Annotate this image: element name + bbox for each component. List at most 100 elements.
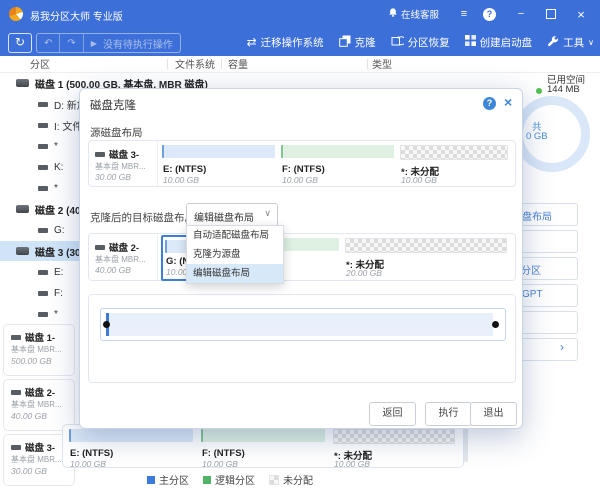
partition-bar-unallocated: [400, 145, 508, 160]
donut-center-value: 0 GB: [526, 131, 548, 142]
disk-icon: [11, 389, 21, 395]
create-bootable-disk-button[interactable]: 创建启动盘: [464, 35, 532, 50]
menu-option-auto-fit[interactable]: 自动适配磁盘布局: [187, 226, 283, 245]
slider-fill: [106, 313, 493, 336]
partition-bar-logical: [281, 145, 394, 158]
execute-pending-button[interactable]: ▶ 没有待执行操作: [84, 36, 180, 51]
disk-clone-dialog: 磁盘克隆 ? × 源磁盘布局 磁盘 3- 基本盘 MBR... 30.00 GB…: [79, 88, 523, 429]
column-header-type: 类型: [372, 60, 392, 71]
clone-button[interactable]: 克隆: [338, 35, 376, 50]
app-logo-icon: [9, 7, 23, 21]
source-partition-e[interactable]: E: (NTFS) 10.00 GB: [162, 145, 279, 185]
column-header-filesystem: 文件系统: [175, 60, 215, 71]
window-title: 易我分区大师 专业版: [30, 12, 123, 23]
disk-icon: [11, 444, 21, 450]
partition-bar-unallocated: [333, 429, 455, 444]
app-window: 易我分区大师 专业版 在线客服 ≡ ? − × ↻ ↶ ↷ ▶ 没有待执行操作 …: [0, 0, 600, 494]
target-layout-label: 克隆后的目标磁盘布局: [90, 212, 195, 224]
partition-icon: [38, 164, 48, 170]
clone-icon: [338, 35, 351, 50]
partition-bar-logical: [201, 429, 325, 442]
column-header-capacity: 容量: [228, 60, 248, 71]
logical-color-swatch: [203, 475, 211, 484]
redo-button[interactable]: ↷: [60, 38, 82, 49]
map-partition-unallocated[interactable]: *: 未分配 10.00 GB: [333, 429, 459, 469]
pending-operations-group: ↶ ↷ ▶ 没有待执行操作: [36, 33, 181, 53]
disk-card-2[interactable]: 磁盘 2- 基本盘 MBR... 40.00 GB: [3, 379, 75, 431]
slider-left-dot[interactable]: [103, 321, 110, 328]
undo-button[interactable]: ↶: [37, 38, 59, 49]
layout-select[interactable]: 编辑磁盘布局 ∨: [186, 203, 278, 227]
disk-icon: [95, 151, 105, 157]
used-space-dot: [536, 88, 542, 94]
source-disk-info: 磁盘 3- 基本盘 MBR... 30.00 GB: [89, 141, 158, 186]
disk3-partition-map: E: (NTFS) 10.00 GB F: (NTFS) 10.00 GB *:…: [62, 424, 464, 469]
disk-card-1[interactable]: 磁盘 1- 基本盘 MBR... 500.00 GB: [3, 324, 75, 376]
help-icon[interactable]: ?: [483, 7, 496, 21]
slider-right-dot[interactable]: [492, 321, 499, 328]
legend-primary: 主分区: [147, 472, 189, 487]
partition-recovery-button[interactable]: 分区恢复: [391, 35, 450, 50]
disk-icon: [16, 205, 29, 213]
layout-select-value: 编辑磁盘布局: [194, 213, 254, 224]
chevron-down-icon: ∨: [264, 208, 271, 218]
partition-recovery-icon: [391, 35, 406, 50]
source-partition-f[interactable]: F: (NTFS) 10.00 GB: [281, 145, 398, 185]
dialog-help-icon[interactable]: ?: [483, 97, 496, 110]
close-button[interactable]: ×: [570, 7, 592, 22]
partition-icon: [38, 122, 48, 128]
dialog-close-icon[interactable]: ×: [504, 94, 512, 110]
partition-size-slider[interactable]: [100, 308, 506, 341]
execute-button[interactable]: 执行: [425, 402, 472, 426]
bootable-disk-icon: [464, 35, 476, 49]
chevron-down-icon: ∨: [588, 37, 594, 47]
wrench-icon: [547, 35, 559, 50]
refresh-button[interactable]: ↻: [8, 33, 32, 53]
partition-icon: [38, 311, 48, 317]
primary-color-swatch: [147, 475, 155, 484]
partition-bar-unallocated: [345, 238, 507, 253]
source-disk-box: 磁盘 3- 基本盘 MBR... 30.00 GB E: (NTFS) 10.0…: [88, 140, 516, 187]
refresh-icon: ↻: [14, 35, 26, 49]
target-partition-unallocated[interactable]: *: 未分配 20.00 GB: [345, 238, 510, 278]
pending-operations-label: 没有待执行操作: [102, 39, 173, 51]
column-header-partition: 分区: [30, 60, 50, 71]
partition-bar-primary: [162, 145, 275, 158]
migrate-os-icon: ⇄: [246, 35, 257, 49]
partition-icon: [38, 227, 48, 233]
source-layout-label: 源磁盘布局: [90, 127, 143, 139]
disk-icon: [16, 79, 29, 87]
maximize-icon: [546, 9, 556, 19]
back-button[interactable]: 返回: [369, 402, 416, 426]
bell-icon: [388, 7, 398, 21]
target-disk-info: 磁盘 2- 基本盘 MBR... 40.00 GB: [89, 234, 158, 280]
menu-option-clone-as-source[interactable]: 克隆为源盘: [187, 245, 283, 264]
disk-icon: [11, 334, 21, 340]
map-partition-e[interactable]: E: (NTFS) 10.00 GB: [69, 429, 197, 469]
legend-logical: 逻辑分区: [203, 472, 255, 487]
partition-icon: [38, 185, 48, 191]
minimize-button[interactable]: −: [510, 8, 532, 20]
menu-option-edit-layout[interactable]: 编辑磁盘布局: [187, 264, 283, 283]
legend-unallocated: 未分配: [269, 472, 313, 487]
source-partition-unallocated[interactable]: *: 未分配 10.00 GB: [400, 145, 510, 185]
undo-icon: ↶: [44, 37, 53, 49]
migrate-os-button[interactable]: ⇄ 迁移操作系统: [247, 35, 324, 50]
more-chevron-icon: ›: [560, 340, 564, 354]
menu-icon[interactable]: ≡: [453, 8, 475, 20]
maximize-button[interactable]: [540, 9, 562, 19]
tools-button[interactable]: 工具 ∨: [547, 35, 594, 50]
partition-resize-box: 分区大小: 10 GB ▴ ▾: [88, 294, 516, 383]
exit-button[interactable]: 退出: [470, 402, 517, 426]
online-support-label: 在线客服: [400, 10, 439, 21]
disk-icon: [16, 247, 29, 255]
redo-icon: ↷: [67, 37, 76, 49]
target-disk-box: 磁盘 2- 基本盘 MBR... 40.00 GB G: (NTFS) 10.0…: [88, 233, 516, 281]
toolbar-actions: ⇄ 迁移操作系统 克隆 分区恢复 创建启动盘 工具 ∨: [247, 28, 594, 56]
online-support-button[interactable]: 在线客服: [388, 7, 439, 21]
play-icon: ▶: [90, 38, 97, 48]
partition-icon: [38, 101, 48, 107]
map-partition-f[interactable]: F: (NTFS) 10.00 GB: [201, 429, 329, 469]
title-bar: 易我分区大师 专业版 在线客服 ≡ ? − ×: [0, 0, 600, 28]
layout-select-menu: 自动适配磁盘布局 克隆为源盘 编辑磁盘布局: [186, 225, 284, 284]
